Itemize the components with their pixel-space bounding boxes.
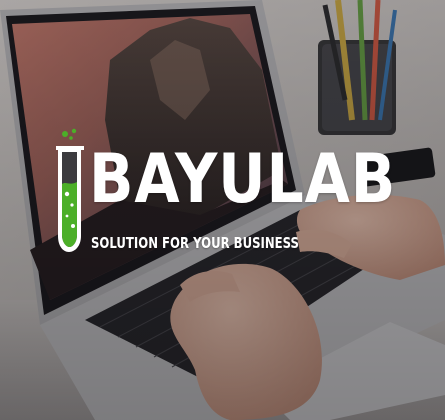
hero-banner: BAYULAB SOLUTION FOR YOUR BUSINESS: [0, 0, 445, 420]
test-tube-icon: [56, 128, 84, 252]
brand-tagline: SOLUTION FOR YOUR BUSINESS: [91, 234, 299, 252]
brand-name: BAYULAB: [89, 140, 397, 219]
